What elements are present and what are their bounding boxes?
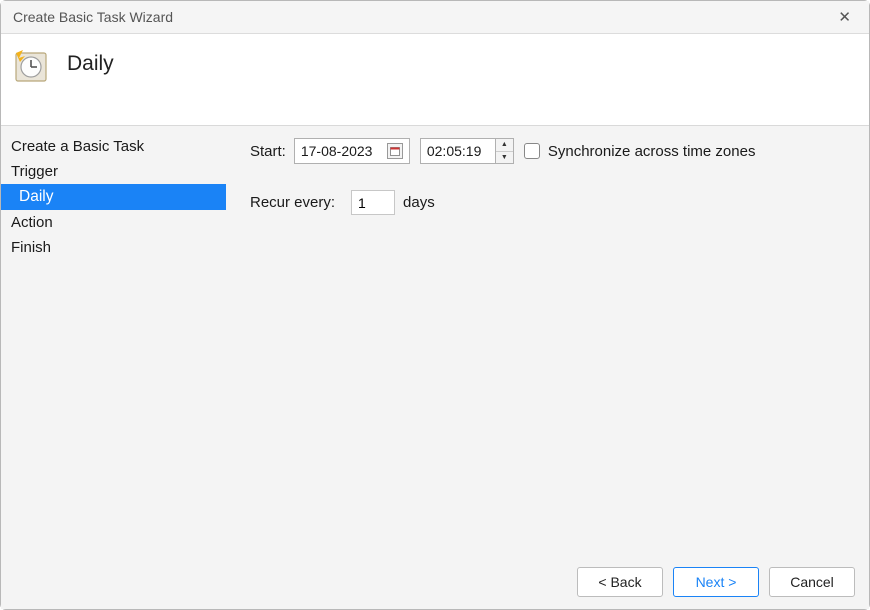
start-date-value: 17-08-2023 — [301, 143, 387, 159]
start-date-field[interactable]: 17-08-2023 — [294, 138, 410, 164]
wizard-content: Start: 17-08-2023 02:05:19 ▲ ▼ — [226, 126, 869, 555]
recur-label: Recur every: — [250, 194, 335, 211]
page-title: Daily — [67, 52, 114, 76]
sidebar-item-trigger[interactable]: Trigger — [1, 159, 226, 184]
recur-interval-input[interactable] — [351, 190, 395, 215]
recur-row: Recur every: days — [250, 190, 851, 215]
start-time-field[interactable]: 02:05:19 ▲ ▼ — [420, 138, 514, 164]
wizard-steps-sidebar: Create a Basic Task Trigger Daily Action… — [1, 126, 226, 555]
sidebar-item-create-basic-task[interactable]: Create a Basic Task — [1, 134, 226, 159]
spinner-up-icon[interactable]: ▲ — [496, 139, 513, 152]
start-label: Start: — [250, 143, 286, 160]
task-wizard-icon — [13, 48, 49, 84]
wizard-header: Daily — [1, 34, 869, 126]
sync-timezones-label: Synchronize across time zones — [548, 143, 756, 160]
sidebar-item-daily[interactable]: Daily — [1, 184, 226, 210]
main-area: Create a Basic Task Trigger Daily Action… — [1, 126, 869, 555]
spinner-down-icon[interactable]: ▼ — [496, 152, 513, 164]
cancel-button[interactable]: Cancel — [769, 567, 855, 597]
start-time-value: 02:05:19 — [427, 143, 495, 159]
time-spinner: ▲ ▼ — [495, 139, 513, 163]
titlebar: Create Basic Task Wizard ✕ — [1, 1, 869, 34]
sync-timezones-checkbox[interactable] — [524, 143, 540, 159]
sidebar-item-action[interactable]: Action — [1, 210, 226, 235]
recur-unit-label: days — [403, 194, 435, 211]
window-title: Create Basic Task Wizard — [13, 9, 173, 25]
next-button[interactable]: Next > — [673, 567, 759, 597]
close-icon[interactable]: ✕ — [832, 6, 857, 28]
start-row: Start: 17-08-2023 02:05:19 ▲ ▼ — [250, 138, 851, 164]
back-button[interactable]: < Back — [577, 567, 663, 597]
sidebar-item-finish[interactable]: Finish — [1, 235, 226, 260]
sync-timezones-option[interactable]: Synchronize across time zones — [524, 143, 756, 160]
calendar-dropdown-icon[interactable] — [387, 143, 403, 159]
wizard-footer: < Back Next > Cancel — [1, 555, 869, 609]
